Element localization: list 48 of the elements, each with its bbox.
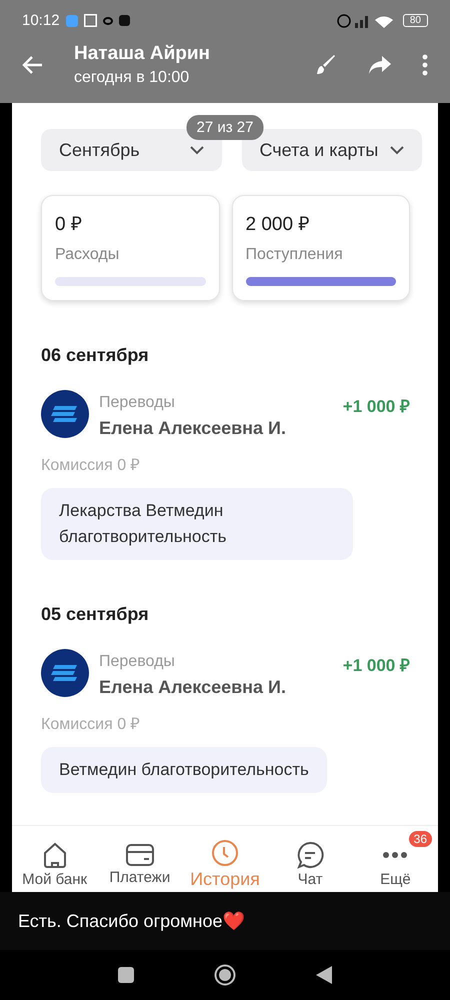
fee-text: Комиссия 0 ₽ (41, 456, 140, 475)
bank-logo-icon (41, 390, 89, 438)
ring-notification-icon (102, 16, 113, 24)
summary-card[interactable]: 2 000 ₽ Поступления (232, 195, 410, 301)
nav-tab[interactable]: Чат (268, 830, 353, 888)
chevron-icon (190, 146, 204, 154)
transaction-category: Переводы (99, 653, 176, 671)
sent-time: сегодня в 10:00 (74, 69, 190, 87)
sender-name: Наташа Айрин (74, 43, 212, 65)
transaction-name: Елена Алексеевна И. (99, 677, 287, 698)
summary-amount: 0 ₽ (55, 213, 83, 236)
chevron-icon (390, 146, 404, 154)
transaction-name: Елена Алексеевна И. (99, 418, 287, 439)
brush-icon[interactable] (314, 53, 338, 77)
bank-logo-icon (41, 649, 89, 697)
transaction-category: Переводы (99, 394, 176, 412)
status-time: 10:12 (22, 12, 60, 29)
summary-card[interactable]: 0 ₽ Расходы (41, 195, 220, 301)
summary-amount: 2 000 ₽ (246, 213, 310, 236)
more-icon[interactable] (422, 54, 428, 76)
battery-indicator: 80 (402, 14, 428, 27)
square-notification-icon (84, 14, 97, 27)
nav-tab[interactable]: Мой банк (12, 830, 98, 888)
more-dots-icon (381, 852, 410, 858)
transfer-message: Ветмедин благотворительность (41, 747, 327, 793)
card-icon (124, 842, 155, 866)
recents-icon[interactable] (118, 967, 134, 983)
dark-notification-icon (118, 15, 130, 26)
transaction-amount: +1 000 ₽ (342, 396, 410, 418)
summary-label: Расходы (55, 246, 120, 264)
date-heading: 05 сентября (40, 603, 150, 625)
nav-tab[interactable]: Платежи (97, 832, 182, 886)
home-button-icon[interactable] (214, 964, 236, 986)
transfer-message: Лекарства Ветмедин благотворительность (41, 488, 353, 560)
fee-text: Комиссия 0 ₽ (41, 715, 140, 734)
transaction-amount: +1 000 ₽ (342, 655, 410, 677)
nav-tab[interactable]: 36 Ещё (352, 830, 438, 888)
share-icon[interactable] (368, 54, 392, 76)
photo-caption: Есть. Спасибо огромное❤ (18, 910, 244, 932)
notification-badge: 36 (408, 830, 432, 846)
back-icon[interactable] (22, 54, 44, 76)
summary-label: Поступления (246, 246, 344, 264)
clock-icon (211, 838, 239, 866)
chat-icon (296, 840, 324, 868)
image-counter: 27 из 27 (186, 115, 264, 140)
app-notification-icon (66, 14, 78, 26)
back-triangle-icon[interactable] (316, 966, 332, 984)
date-heading: 06 сентября (40, 344, 150, 366)
